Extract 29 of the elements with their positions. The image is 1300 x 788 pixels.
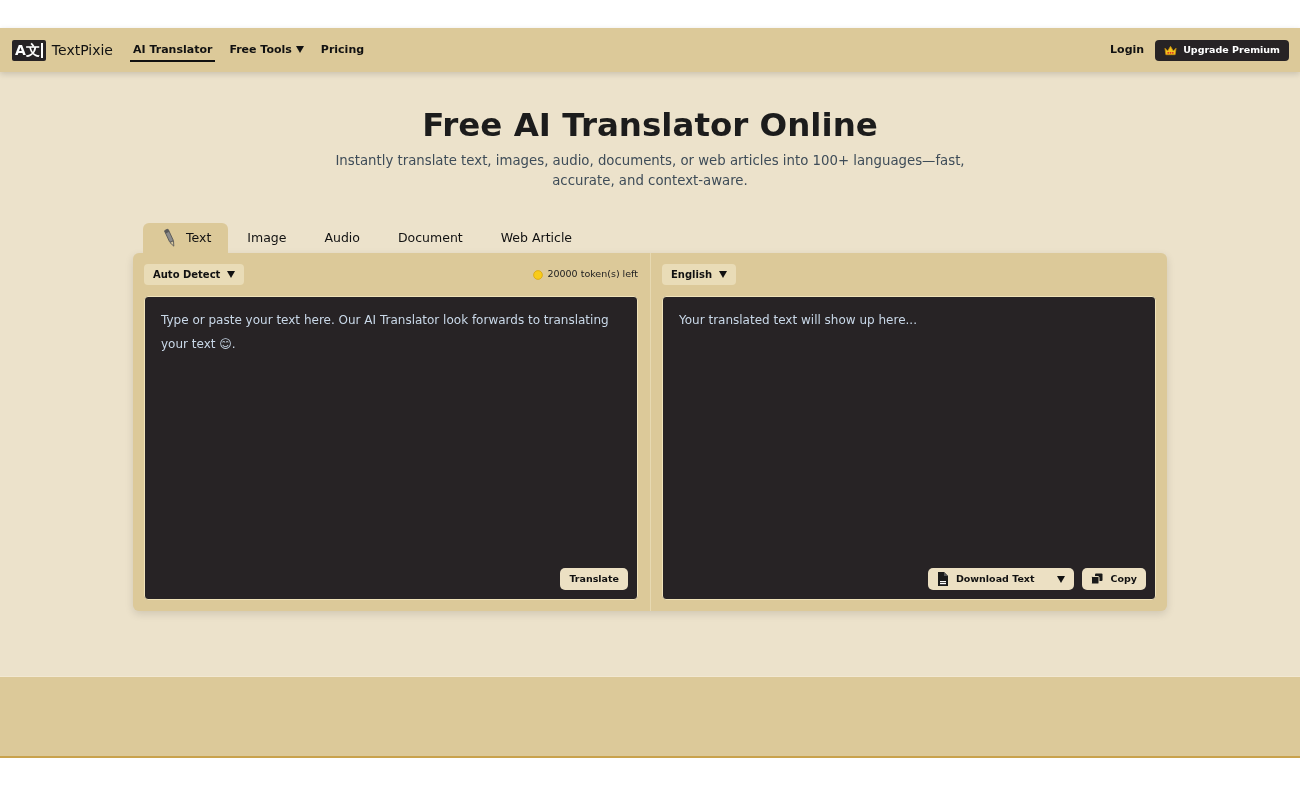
tab[interactable]: Text — [143, 223, 229, 253]
copy-button[interactable]: Copy — [1081, 568, 1146, 590]
tab[interactable]: Document — [378, 223, 482, 253]
logo-mark[interactable]: A文 — [12, 39, 46, 61]
upgrade-button[interactable]: Upgrade Premium — [1155, 39, 1289, 61]
download-text-button[interactable]: Download Text — [927, 568, 1074, 590]
tab[interactable]: Image — [228, 223, 306, 253]
token-count: 20000 token(s) left — [547, 267, 638, 282]
nav-link[interactable]: Free Tools — [226, 38, 307, 62]
caret-icon — [227, 271, 236, 278]
brand-name[interactable]: TextPixie — [51, 39, 113, 61]
crown-icon — [1164, 44, 1178, 56]
login-link[interactable]: Login — [1110, 41, 1145, 59]
tab[interactable]: Audio — [305, 223, 379, 253]
target-language-dropdown[interactable]: English — [662, 264, 737, 285]
page-title: Free AI Translator Online — [421, 105, 879, 145]
page-subtitle: Instantly translate text, images, audio, documents, or web articles into 100+ languages—fast, accurate, and context-aware. — [334, 152, 966, 190]
translate-button[interactable]: Translate — [560, 568, 628, 590]
file-icon — [936, 572, 948, 586]
copy-icon — [1090, 573, 1103, 585]
coin-icon — [533, 269, 544, 280]
nav-link[interactable]: AI Translator — [130, 38, 216, 62]
caret-icon — [295, 46, 304, 53]
tab[interactable]: Web Article — [481, 223, 592, 253]
pencil-icon — [164, 228, 176, 248]
caret-icon — [719, 271, 728, 278]
nav-link[interactable]: Pricing — [317, 38, 368, 62]
source-language-dropdown[interactable]: Auto Detect — [144, 264, 245, 285]
caret-icon — [1056, 575, 1065, 583]
